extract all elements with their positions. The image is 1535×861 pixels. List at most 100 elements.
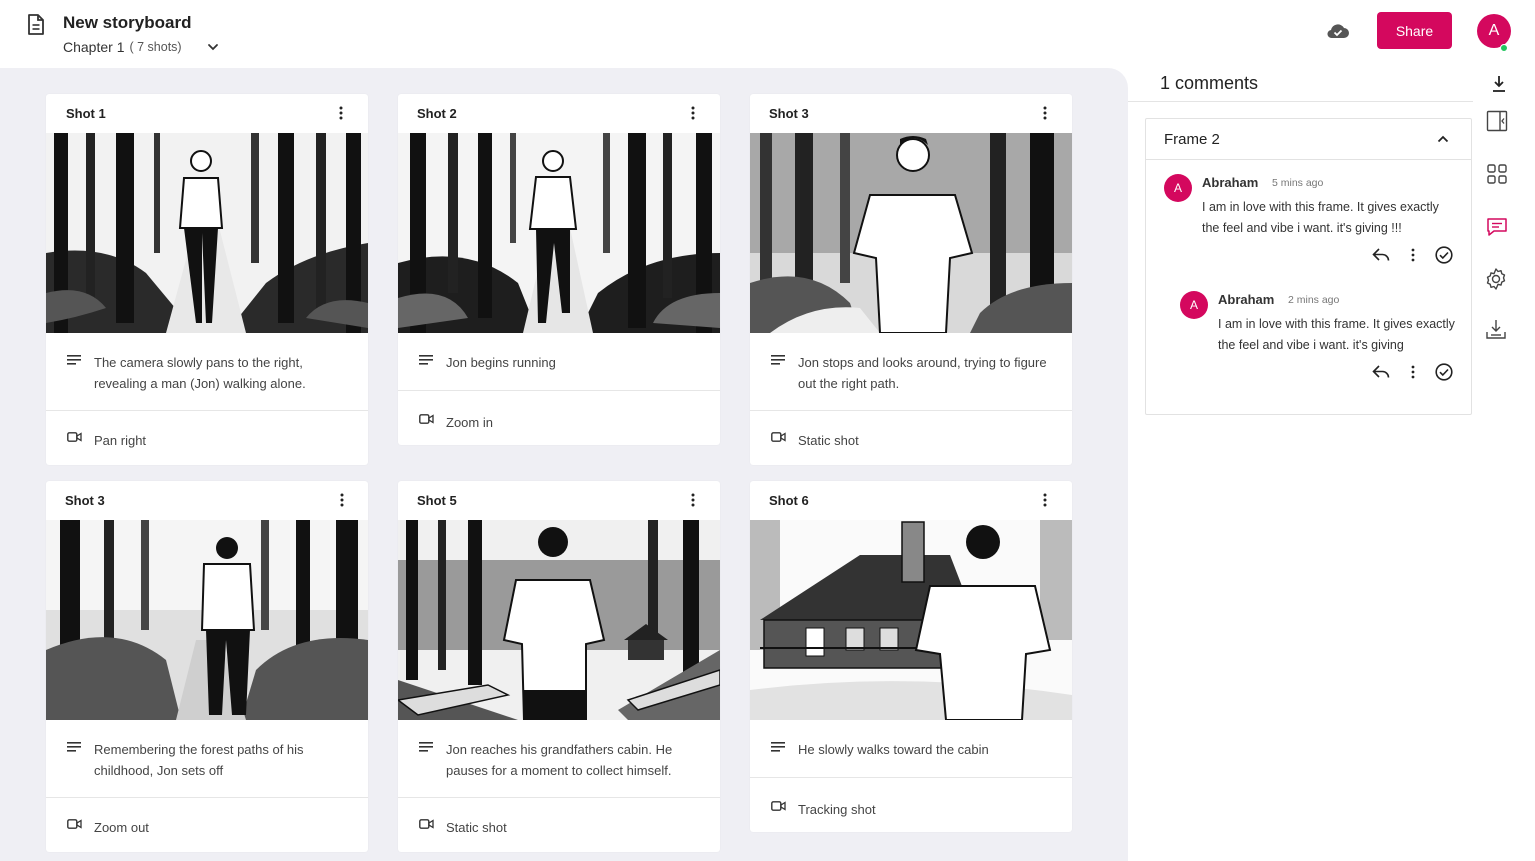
text-lines-icon bbox=[419, 355, 433, 365]
shot-description-text: Remembering the forest paths of his chil… bbox=[94, 742, 304, 778]
camera-icon bbox=[67, 432, 82, 442]
camera-movement-text: Static shot bbox=[798, 433, 859, 448]
top-bar: New storyboard Chapter 1 ( 7 shots) Shar… bbox=[0, 0, 1535, 68]
camera-movement[interactable]: Static shot bbox=[750, 411, 1072, 465]
kebab-menu-icon[interactable] bbox=[1042, 492, 1048, 508]
camera-icon bbox=[771, 432, 786, 442]
kebab-menu-icon[interactable] bbox=[1410, 247, 1416, 263]
shot-card-header: Shot 3 bbox=[750, 94, 1072, 133]
shot-title: Shot 3 bbox=[65, 493, 105, 508]
kebab-menu-icon[interactable] bbox=[690, 492, 696, 508]
settings-icon[interactable] bbox=[1484, 267, 1508, 291]
collapse-panel-icon[interactable] bbox=[1485, 109, 1509, 133]
download-icon[interactable] bbox=[1491, 75, 1507, 93]
shot-frame-image[interactable] bbox=[398, 520, 720, 720]
reply-icon[interactable] bbox=[1372, 364, 1390, 380]
camera-movement-text: Pan right bbox=[94, 433, 147, 448]
shot-card[interactable]: Shot 1 The camera slowly pans to the rig… bbox=[46, 94, 368, 465]
storyboard-title[interactable]: New storyboard bbox=[63, 13, 191, 33]
shot-card[interactable]: Shot 5 Jon reaches his grandfathers cabi… bbox=[398, 481, 720, 852]
check-circle-icon[interactable] bbox=[1435, 246, 1453, 264]
frame-comment-thread: Frame 2 A Abraham 5 mins ago I am in lov… bbox=[1145, 118, 1472, 415]
shot-title: Shot 5 bbox=[417, 493, 457, 508]
kebab-menu-icon[interactable] bbox=[338, 105, 344, 121]
camera-movement[interactable]: Tracking shot bbox=[750, 778, 1072, 832]
kebab-menu-icon[interactable] bbox=[1410, 364, 1416, 380]
camera-icon bbox=[419, 819, 434, 829]
comment-time: 2 mins ago bbox=[1288, 294, 1340, 306]
import-icon[interactable] bbox=[1484, 317, 1508, 341]
camera-movement[interactable]: Zoom out bbox=[46, 798, 368, 852]
shot-card[interactable]: Shot 2 Jon begins running Zoom in bbox=[398, 94, 720, 445]
shot-count: ( 7 shots) bbox=[129, 40, 182, 54]
camera-movement[interactable]: Static shot bbox=[398, 798, 720, 852]
shot-description[interactable]: The camera slowly pans to the right, rev… bbox=[46, 333, 368, 411]
shot-description[interactable]: Jon begins running bbox=[398, 333, 720, 391]
shot-frame-image[interactable] bbox=[750, 520, 1072, 720]
shot-title: Shot 2 bbox=[417, 106, 457, 121]
shot-description-text: He slowly walks toward the cabin bbox=[798, 742, 989, 757]
camera-movement-text: Zoom out bbox=[94, 820, 149, 835]
online-status-dot bbox=[1500, 44, 1508, 52]
shot-description[interactable]: Jon reaches his grandfathers cabin. He p… bbox=[398, 720, 720, 798]
kebab-menu-icon[interactable] bbox=[1042, 105, 1048, 121]
comment-text: I am in love with this frame. It gives e… bbox=[1202, 200, 1439, 235]
shot-frame-image[interactable] bbox=[398, 133, 720, 333]
camera-movement-text: Zoom in bbox=[446, 415, 493, 430]
shot-frame-image[interactable] bbox=[46, 133, 368, 333]
reply-icon[interactable] bbox=[1372, 247, 1390, 263]
shot-card-header: Shot 1 bbox=[46, 94, 368, 133]
shot-card-header: Shot 5 bbox=[398, 481, 720, 520]
document-icon bbox=[28, 14, 44, 35]
kebab-menu-icon[interactable] bbox=[690, 105, 696, 121]
shot-description[interactable]: He slowly walks toward the cabin bbox=[750, 720, 1072, 778]
camera-movement[interactable]: Pan right bbox=[46, 411, 368, 465]
shot-card[interactable]: Shot 3 Remembering the forest paths of h… bbox=[46, 481, 368, 852]
user-avatar[interactable]: A bbox=[1477, 14, 1511, 48]
chevron-down-icon[interactable] bbox=[206, 42, 220, 52]
shot-card-header: Shot 3 bbox=[46, 481, 368, 520]
shot-description[interactable]: Remembering the forest paths of his chil… bbox=[46, 720, 368, 798]
text-lines-icon bbox=[771, 355, 785, 365]
camera-icon bbox=[419, 414, 434, 424]
shot-card[interactable]: Shot 3 Jon stops and looks around, tryin… bbox=[750, 94, 1072, 465]
shot-frame-image[interactable] bbox=[750, 133, 1072, 333]
cloud-check-icon[interactable] bbox=[1326, 22, 1350, 40]
shot-card-header: Shot 2 bbox=[398, 94, 720, 133]
kebab-menu-icon[interactable] bbox=[339, 492, 345, 508]
camera-icon bbox=[771, 801, 786, 811]
chapter-label: Chapter 1 bbox=[63, 39, 125, 55]
panel-divider bbox=[1128, 101, 1473, 102]
text-lines-icon bbox=[419, 742, 433, 752]
comment-time: 5 mins ago bbox=[1272, 177, 1324, 189]
grid-icon[interactable] bbox=[1485, 162, 1509, 186]
text-lines-icon bbox=[67, 742, 81, 752]
frame-thread-header[interactable]: Frame 2 bbox=[1146, 119, 1471, 160]
comment-avatar: A bbox=[1164, 174, 1192, 202]
comment-icon[interactable] bbox=[1485, 215, 1509, 239]
share-button[interactable]: Share bbox=[1377, 12, 1452, 49]
shot-card[interactable]: Shot 6 He slowly walks toward the cabin … bbox=[750, 481, 1072, 832]
storyboard-grid: Shot 1 The camera slowly pans to the rig… bbox=[0, 68, 1128, 861]
comment-author: Abraham bbox=[1218, 292, 1275, 307]
camera-movement-text: Tracking shot bbox=[798, 802, 876, 817]
camera-movement[interactable]: Zoom in bbox=[398, 391, 720, 445]
shot-description-text: Jon reaches his grandfathers cabin. He p… bbox=[446, 742, 673, 778]
shot-card-header: Shot 6 bbox=[750, 481, 1072, 520]
text-lines-icon bbox=[67, 355, 81, 365]
comment-avatar: A bbox=[1180, 291, 1208, 319]
chapter-selector[interactable]: Chapter 1 ( 7 shots) bbox=[63, 39, 182, 55]
check-circle-icon[interactable] bbox=[1435, 363, 1453, 381]
shot-title: Shot 6 bbox=[769, 493, 809, 508]
shot-description-text: Jon begins running bbox=[446, 355, 556, 370]
camera-icon bbox=[67, 819, 82, 829]
shot-description-text: The camera slowly pans to the right, rev… bbox=[94, 355, 306, 391]
shot-title: Shot 1 bbox=[66, 106, 106, 121]
shot-description[interactable]: Jon stops and looks around, trying to fi… bbox=[750, 333, 1072, 411]
text-lines-icon bbox=[771, 742, 785, 752]
shot-description-text: Jon stops and looks around, trying to fi… bbox=[798, 355, 1047, 391]
chevron-up-icon[interactable] bbox=[1437, 135, 1449, 143]
comments-title: 1 comments bbox=[1160, 73, 1259, 93]
comments-panel: 1 comments Frame 2 A Abraham 5 mins ago … bbox=[1128, 68, 1535, 861]
shot-frame-image[interactable] bbox=[46, 520, 368, 720]
